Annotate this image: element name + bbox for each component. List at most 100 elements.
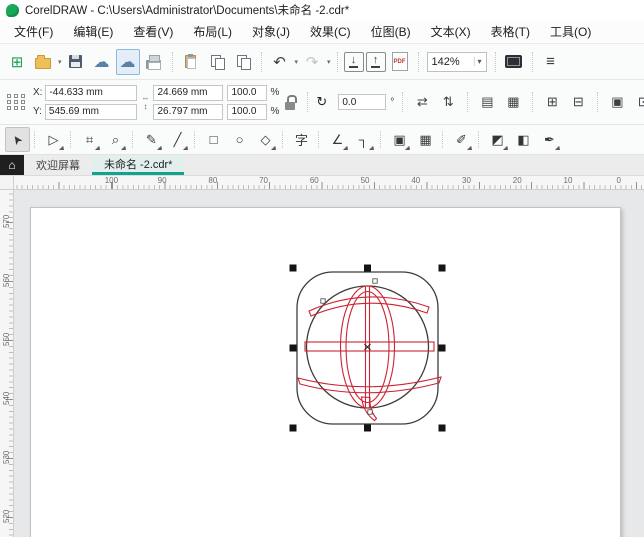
zoom-level-combobox[interactable]: 142% ▾ xyxy=(427,52,487,72)
tool-button[interactable]: ✎ xyxy=(139,127,164,152)
menu-item[interactable]: 效果(C) xyxy=(300,20,361,43)
tab-welcome-screen[interactable]: 欢迎屏幕 xyxy=(24,155,92,175)
ruler-corner[interactable] xyxy=(0,176,14,189)
menu-item[interactable]: 对象(J) xyxy=(242,20,300,43)
menu-item[interactable]: 文件(F) xyxy=(4,20,63,43)
print-button[interactable] xyxy=(142,49,166,75)
tool-button[interactable]: ∠ xyxy=(325,127,350,152)
main-area: 570560550540530520 xyxy=(0,190,644,537)
lock-ratio-button[interactable] xyxy=(285,95,297,110)
selection-handle[interactable] xyxy=(290,265,297,272)
tool-icon: ⌕ xyxy=(112,132,119,148)
tool-icon: ➤ xyxy=(9,131,26,147)
undo-dropdown-icon[interactable]: ▾ xyxy=(295,58,299,66)
menu-item[interactable]: 查看(V) xyxy=(123,20,183,43)
tool-button[interactable]: ⌗ xyxy=(77,127,102,152)
vertical-ruler[interactable]: 570560550540530520 xyxy=(0,190,14,537)
tool-icon: ⌗ xyxy=(86,132,93,148)
separator xyxy=(495,52,496,72)
menu-item[interactable]: 位图(B) xyxy=(361,20,421,43)
selection-handle[interactable] xyxy=(439,345,446,352)
paste-button[interactable] xyxy=(179,49,203,75)
edit-fill-button[interactable]: ▦ xyxy=(502,91,524,113)
menu-bar: 文件(F) 编辑(E) 查看(V) 布局(L) 对象(J) 效果(C) 位图(B… xyxy=(0,20,644,44)
redo-button[interactable]: ↷ xyxy=(300,49,324,75)
chevron-down-icon[interactable]: ▾ xyxy=(474,57,482,66)
selection-handle[interactable] xyxy=(290,345,297,352)
tool-button[interactable]: ✒ xyxy=(537,127,562,152)
mirror-horizontal-button[interactable]: ⇄ xyxy=(411,91,433,113)
publish-to-pdf-button[interactable]: PDF xyxy=(388,49,412,75)
object-width-input[interactable] xyxy=(153,85,223,101)
tab-document[interactable]: 未命名 -2.cdr* xyxy=(92,155,184,175)
menu-item[interactable]: 表格(T) xyxy=(481,20,540,43)
scale-vertical-input[interactable] xyxy=(227,104,267,120)
tool-button[interactable]: ▣ xyxy=(387,127,412,152)
open-dropdown-icon[interactable]: ▾ xyxy=(58,58,62,66)
tool-button[interactable]: ○ xyxy=(227,127,252,152)
coreldraw-logo-icon xyxy=(6,4,19,17)
redo-dropdown-icon[interactable]: ▾ xyxy=(327,58,331,66)
welcome-home-tab[interactable]: ⌂ xyxy=(0,155,24,175)
selection-handle[interactable] xyxy=(439,265,446,272)
show-options-button[interactable]: ≡ xyxy=(539,49,563,75)
tool-button[interactable]: ⌕ xyxy=(103,127,128,152)
ungroup-button[interactable]: ⊟ xyxy=(567,91,589,113)
tool-button[interactable]: ➤ xyxy=(5,127,30,152)
group-button[interactable]: ⊞ xyxy=(541,91,563,113)
tool-button[interactable]: ◩ xyxy=(485,127,510,152)
x-label: X: xyxy=(33,87,42,98)
undo-button[interactable]: ↶ xyxy=(268,49,292,75)
selection-handle[interactable] xyxy=(290,425,297,432)
x-position-input[interactable] xyxy=(45,85,137,101)
horizontal-ruler[interactable]: 1009080706050403020100 xyxy=(14,176,644,189)
rotation-angle-input[interactable] xyxy=(338,94,386,110)
tool-button[interactable]: ▦ xyxy=(413,127,438,152)
document-page[interactable] xyxy=(30,207,621,537)
tool-icon: ✒ xyxy=(544,132,555,148)
selection-handle[interactable] xyxy=(439,425,446,432)
to-front-button[interactable]: ▣ xyxy=(606,91,628,113)
selection-handle[interactable] xyxy=(364,265,371,272)
duplicate-pages-icon xyxy=(236,55,250,69)
y-position-input[interactable] xyxy=(45,104,137,120)
import-button[interactable]: ↓ xyxy=(344,52,364,72)
menu-item[interactable]: 文本(X) xyxy=(421,20,481,43)
tool-button[interactable]: ▷ xyxy=(41,127,66,152)
object-height-input[interactable] xyxy=(153,104,223,120)
flyout-corner-icon xyxy=(157,146,162,150)
save-button[interactable] xyxy=(64,49,88,75)
floppy-icon xyxy=(69,55,82,68)
save-to-cloud-button[interactable]: ☁ xyxy=(116,49,140,75)
duplicate-button[interactable] xyxy=(231,49,255,75)
menu-item[interactable]: 工具(O) xyxy=(540,20,601,43)
menu-item[interactable]: 布局(L) xyxy=(183,20,242,43)
new-document-button[interactable]: ⊞ xyxy=(5,49,29,75)
selection-handle[interactable] xyxy=(364,425,371,432)
tool-button[interactable]: ◇ xyxy=(253,127,278,152)
open-document-button[interactable] xyxy=(31,49,55,75)
ruler-number: 80 xyxy=(187,176,238,185)
tool-button[interactable]: □ xyxy=(201,127,226,152)
tool-button[interactable]: 字 xyxy=(289,127,314,152)
export-button[interactable]: ↑ xyxy=(366,52,386,72)
menu-item[interactable]: 编辑(E) xyxy=(63,20,123,43)
wrap-text-button[interactable]: ▤ xyxy=(476,91,498,113)
mirror-vertical-button[interactable]: ⇅ xyxy=(437,91,459,113)
tool-button[interactable]: ◧ xyxy=(511,127,536,152)
open-from-cloud-button[interactable]: ☁ xyxy=(90,49,114,75)
to-back-button[interactable]: ⊡ xyxy=(632,91,644,113)
drawing-window[interactable] xyxy=(14,190,644,537)
separator xyxy=(467,92,468,112)
scale-horizontal-input[interactable] xyxy=(227,85,267,101)
object-origin-selector[interactable] xyxy=(7,94,26,110)
tool-icon: ┐ xyxy=(359,132,368,147)
copy-button[interactable] xyxy=(205,49,229,75)
separator xyxy=(337,52,338,72)
selected-object-globe-drawing[interactable] xyxy=(284,258,454,438)
fullscreen-preview-button[interactable] xyxy=(502,49,526,75)
separator xyxy=(532,52,533,72)
tool-button[interactable]: ┐ xyxy=(351,127,376,152)
tool-button[interactable]: ╱ xyxy=(165,127,190,152)
tool-button[interactable]: ✐ xyxy=(449,127,474,152)
